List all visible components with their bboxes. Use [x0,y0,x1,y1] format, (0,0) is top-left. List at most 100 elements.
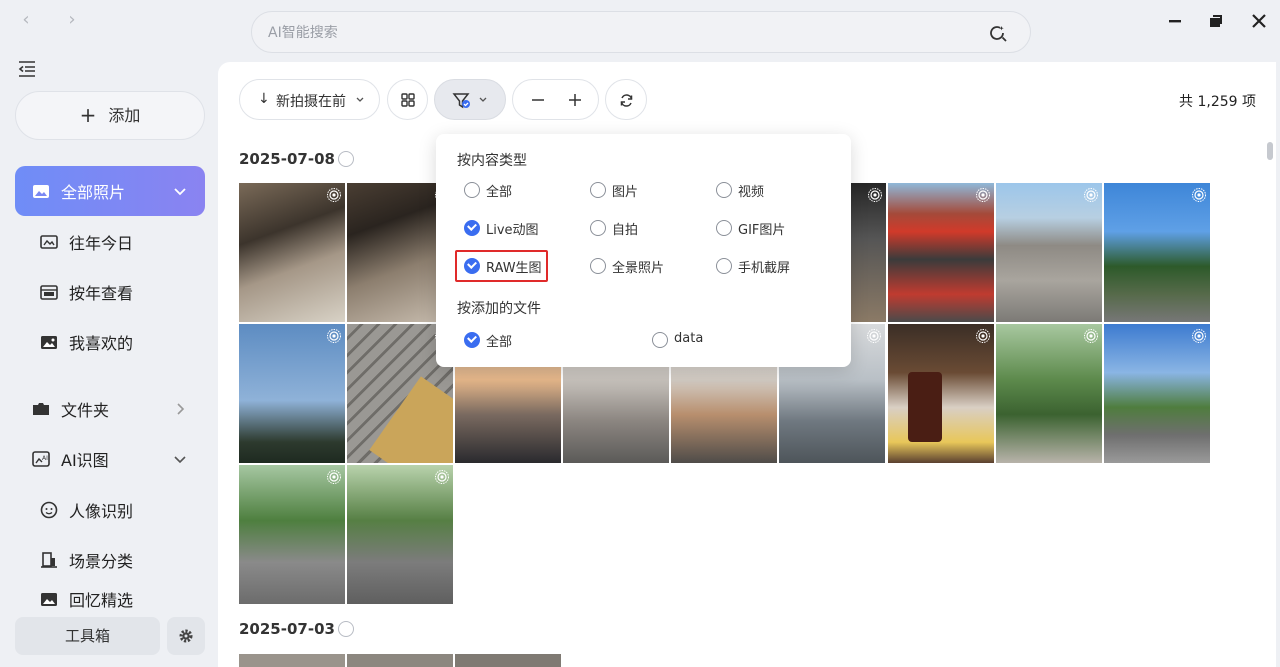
radio-icon [716,182,732,198]
restore-icon[interactable] [1204,10,1228,32]
settings-button[interactable] [167,617,205,655]
sidebar-collapse-icon[interactable] [16,58,38,80]
photo-thumbnail[interactable] [239,465,345,604]
drink-cup-shape [908,372,942,442]
sidebar-item-memories[interactable]: 回忆精选 [15,588,205,610]
favorite-image-icon [41,336,57,349]
zoom-in-icon[interactable] [568,93,582,107]
date-label: 2025-07-03 [239,620,335,638]
photo-thumbnail[interactable] [888,324,994,463]
sidebar-item-favorites[interactable]: 我喜欢的 [15,320,205,364]
photo-thumbnail[interactable] [996,324,1102,463]
radio-icon [652,332,668,348]
photo-thumbnail[interactable] [347,465,453,604]
memories-icon [41,593,57,606]
sidebar-item-scene-classification[interactable]: 场景分类 [15,538,205,582]
option-label: GIF图片 [738,223,786,238]
live-photo-icon [976,329,990,343]
live-photo-icon [327,188,341,202]
select-group-checkbox[interactable] [337,151,354,167]
forward-icon[interactable]: › [62,10,82,30]
sort-label: 新拍摄在前 [276,94,346,110]
toolbox-button[interactable]: 工具箱 [15,617,160,655]
photo-thumbnail[interactable] [239,324,345,463]
photo-thumbnail[interactable] [239,183,345,322]
grid-icon [401,93,415,107]
filter-button[interactable] [434,79,506,120]
scrollbar-track[interactable] [1268,140,1276,667]
checked-icon [464,220,480,236]
chevron-right-icon[interactable] [173,402,187,416]
radio-icon [464,182,480,198]
photo-thumbnail[interactable] [347,654,453,667]
close-icon[interactable] [1247,10,1271,32]
option-label: data [674,331,704,346]
photo-thumbnail[interactable] [888,183,994,322]
scene-icon [41,552,57,568]
sidebar-item-label: 往年今日 [69,234,134,253]
scrollbar-thumb[interactable] [1267,142,1273,160]
sidebar-item-face-recognition[interactable]: 人像识别 [15,488,205,532]
photo-thumbnail[interactable] [996,183,1102,322]
sidebar-item-label: 回忆精选 [69,591,134,610]
ai-image-icon: AI [32,451,50,467]
chevron-down-icon[interactable] [173,452,187,466]
option-label: 图片 [612,185,639,200]
option-label: 手机截屏 [738,261,791,276]
live-photo-icon [1084,329,1098,343]
sidebar-item-label: AI识图 [61,451,109,470]
section-title: 按内容类型 [457,153,527,169]
photo-thumbnail[interactable] [239,654,345,667]
highlight-box [455,250,548,282]
sidebar-item-label: 文件夹 [61,401,110,420]
radio-icon [590,258,606,274]
item-count: 共 1,259 项 [1179,94,1256,110]
photo-thumbnail[interactable] [1104,324,1210,463]
calendar-icon [40,285,58,300]
zoom-out-icon[interactable] [531,93,545,107]
live-photo-icon [327,470,341,484]
photo-icon [33,185,49,198]
sidebar-item-label: 场景分类 [69,552,134,571]
plus-icon: + [79,103,97,127]
sidebar-item-folders[interactable]: 文件夹 [15,387,205,431]
option-label: Live动图 [486,223,539,238]
live-photo-icon [868,188,882,202]
option-label: 全部 [486,335,513,350]
chevron-down-icon[interactable] [173,184,187,198]
ai-lens-icon[interactable] [988,23,1008,43]
search-bar[interactable] [251,11,1031,53]
live-photo-icon [1084,188,1098,202]
photo-thumbnail[interactable] [455,654,561,667]
sidebar-item-label: 人像识别 [69,502,134,521]
select-group-checkbox[interactable] [337,621,354,637]
add-button[interactable]: + 添加 [15,91,205,140]
face-icon [40,501,58,519]
live-photo-icon [867,329,881,343]
search-input[interactable] [268,22,968,44]
add-label: 添加 [108,106,141,125]
refresh-button[interactable] [605,79,647,120]
chevron-down-icon [356,97,364,102]
live-photo-icon [327,329,341,343]
sidebar-item-ai-recognition[interactable]: AI AI识图 [15,437,205,481]
zoom-control [512,79,599,120]
sort-button[interactable]: ↓ 新拍摄在前 [239,79,380,120]
view-mode-button[interactable] [387,79,428,120]
live-photo-icon [435,470,449,484]
folder-icon [33,403,49,415]
arrow-down-icon: ↓ [258,91,270,107]
sidebar-item-past-years[interactable]: 往年今日 [15,220,205,264]
live-photo-icon [976,188,990,202]
minimize-icon[interactable] [1163,10,1187,32]
radio-icon [716,220,732,236]
photo-thumbnail[interactable] [1104,183,1210,322]
chevron-down-icon [479,97,487,102]
filter-icon [452,93,470,109]
svg-text:AI: AI [42,455,48,462]
section-title: 按添加的文件 [457,301,541,317]
sidebar-item-all-photos[interactable]: 全部照片 [15,166,205,216]
sidebar-item-by-year[interactable]: 按年查看 [15,270,205,314]
back-icon[interactable]: ‹ [16,10,36,30]
sidebar-item-label: 全部照片 [61,183,126,202]
